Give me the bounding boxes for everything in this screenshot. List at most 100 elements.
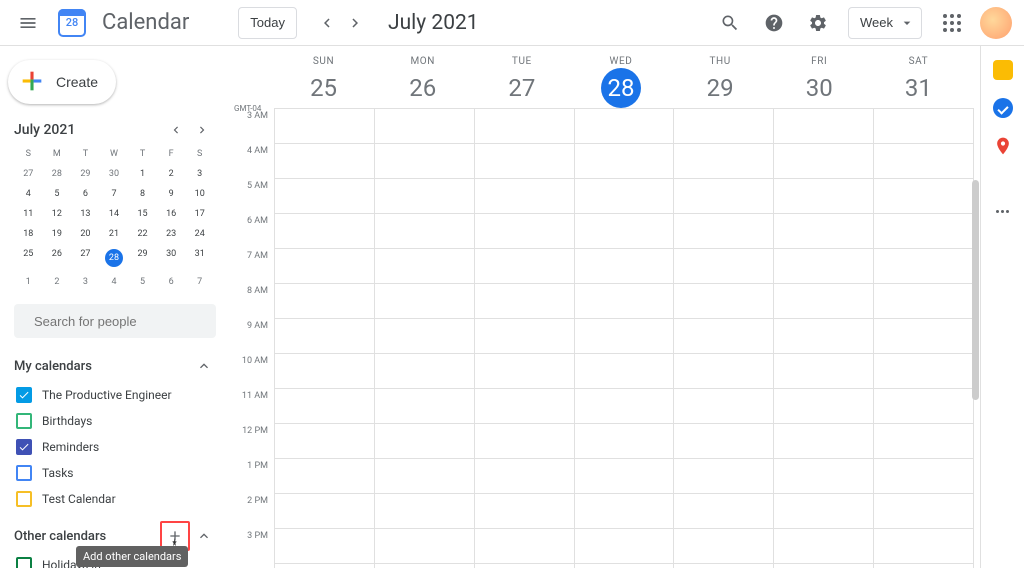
minical-day[interactable]: 29: [71, 164, 100, 184]
time-slot[interactable]: [774, 214, 873, 249]
calendar-checkbox[interactable]: [16, 465, 32, 481]
time-slot[interactable]: [575, 389, 674, 424]
minical-day[interactable]: 21: [100, 224, 129, 244]
minical-day[interactable]: 17: [185, 204, 214, 224]
my-calendars-toggle[interactable]: My calendars: [14, 350, 216, 382]
time-slot[interactable]: [275, 459, 374, 494]
time-slot[interactable]: [774, 424, 873, 459]
day-header[interactable]: SAT31: [869, 56, 968, 108]
time-slot[interactable]: [774, 494, 873, 529]
time-slot[interactable]: [475, 389, 574, 424]
calendar-checkbox[interactable]: [16, 387, 32, 403]
minical-day[interactable]: 20: [71, 224, 100, 244]
day-column[interactable]: [773, 109, 873, 568]
time-slot[interactable]: [874, 424, 973, 459]
time-slot[interactable]: [375, 424, 474, 459]
time-slot[interactable]: [674, 354, 773, 389]
time-slot[interactable]: [674, 529, 773, 564]
time-slot[interactable]: [475, 529, 574, 564]
day-header[interactable]: SUN25: [274, 56, 373, 108]
day-header[interactable]: TUE27: [472, 56, 571, 108]
time-slot[interactable]: [475, 179, 574, 214]
day-column[interactable]: [474, 109, 574, 568]
minical-day[interactable]: 24: [185, 224, 214, 244]
time-slot[interactable]: [674, 144, 773, 179]
minical-day[interactable]: 14: [100, 204, 129, 224]
minical-day[interactable]: 30: [100, 164, 129, 184]
calendar-item[interactable]: Reminders: [14, 434, 216, 460]
time-slot[interactable]: [674, 214, 773, 249]
maps-icon[interactable]: [993, 136, 1013, 160]
time-slot[interactable]: [275, 389, 374, 424]
time-slot[interactable]: [575, 284, 674, 319]
minical-day[interactable]: 6: [157, 272, 186, 292]
time-slot[interactable]: [674, 284, 773, 319]
time-slot[interactable]: [375, 529, 474, 564]
search-button[interactable]: [712, 5, 748, 41]
add-other-calendars-button[interactable]: [163, 524, 187, 548]
time-slot[interactable]: [774, 249, 873, 284]
time-slot[interactable]: [375, 109, 474, 144]
minical-day[interactable]: 10: [185, 184, 214, 204]
time-slot[interactable]: [375, 459, 474, 494]
prev-period-button[interactable]: [313, 9, 341, 37]
day-column[interactable]: [374, 109, 474, 568]
time-slot[interactable]: [874, 529, 973, 564]
time-slot[interactable]: [275, 179, 374, 214]
time-slot[interactable]: [575, 144, 674, 179]
time-slot[interactable]: [475, 214, 574, 249]
time-slot[interactable]: [475, 354, 574, 389]
time-slot[interactable]: [874, 144, 973, 179]
time-slot[interactable]: [575, 354, 674, 389]
time-slot[interactable]: [275, 249, 374, 284]
day-number[interactable]: 28: [601, 68, 641, 108]
time-slot[interactable]: [375, 144, 474, 179]
time-slot[interactable]: [275, 144, 374, 179]
day-number[interactable]: 31: [898, 68, 938, 108]
minical-day[interactable]: 1: [128, 164, 157, 184]
time-slot[interactable]: [375, 284, 474, 319]
minical-day[interactable]: 9: [157, 184, 186, 204]
calendar-item[interactable]: Tasks: [14, 460, 216, 486]
mini-prev-month[interactable]: [164, 118, 188, 142]
time-slot[interactable]: [275, 494, 374, 529]
time-slot[interactable]: [475, 494, 574, 529]
time-slot[interactable]: [674, 179, 773, 214]
time-slot[interactable]: [774, 529, 873, 564]
minical-day[interactable]: 25: [14, 244, 43, 272]
time-slot[interactable]: [774, 319, 873, 354]
time-slot[interactable]: [275, 319, 374, 354]
time-slot[interactable]: [575, 249, 674, 284]
time-slot[interactable]: [774, 284, 873, 319]
calendar-checkbox[interactable]: [16, 491, 32, 507]
calendar-item[interactable]: Test Calendar: [14, 486, 216, 512]
time-slot[interactable]: [674, 389, 773, 424]
minical-day[interactable]: 11: [14, 204, 43, 224]
minical-day[interactable]: 5: [43, 184, 72, 204]
time-slot[interactable]: [674, 494, 773, 529]
time-slot[interactable]: [575, 529, 674, 564]
time-slot[interactable]: [874, 389, 973, 424]
day-number[interactable]: 29: [700, 68, 740, 108]
time-slot[interactable]: [774, 109, 873, 144]
minical-day[interactable]: 31: [185, 244, 214, 272]
time-slot[interactable]: [275, 354, 374, 389]
time-slot[interactable]: [674, 319, 773, 354]
today-button[interactable]: Today: [238, 7, 297, 39]
day-header[interactable]: THU29: [671, 56, 770, 108]
day-column[interactable]: [574, 109, 674, 568]
time-slot[interactable]: [375, 494, 474, 529]
minical-day[interactable]: 4: [14, 184, 43, 204]
account-avatar[interactable]: [980, 7, 1012, 39]
day-number[interactable]: 30: [799, 68, 839, 108]
minical-day[interactable]: 12: [43, 204, 72, 224]
time-slot[interactable]: [375, 389, 474, 424]
keep-icon[interactable]: [993, 60, 1013, 80]
day-number[interactable]: 25: [304, 68, 344, 108]
time-slot[interactable]: [674, 249, 773, 284]
time-slot[interactable]: [475, 424, 574, 459]
minical-day[interactable]: 22: [128, 224, 157, 244]
day-column[interactable]: [873, 109, 974, 568]
time-slot[interactable]: [275, 214, 374, 249]
time-slot[interactable]: [874, 319, 973, 354]
